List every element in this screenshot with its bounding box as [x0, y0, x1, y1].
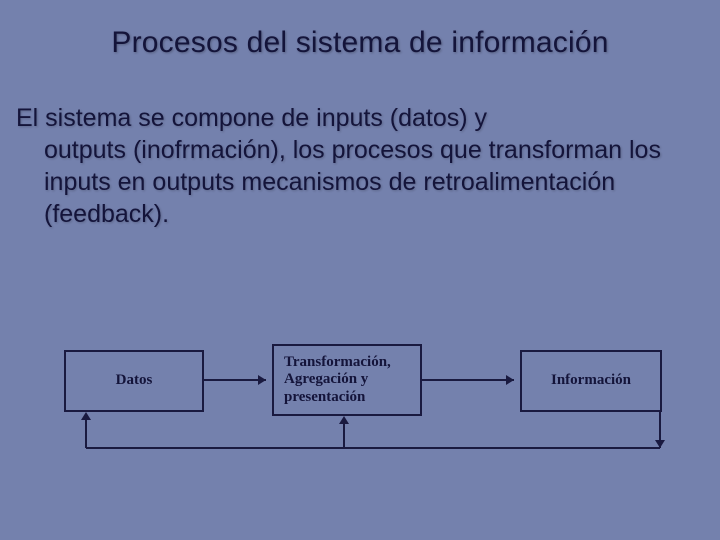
body-line-1: El sistema se compone de inputs (datos) … — [16, 104, 487, 132]
body-rest: outputs (inofrmación), los procesos que … — [16, 134, 702, 230]
diagram-arrows — [0, 330, 720, 510]
slide-body: El sistema se compone de inputs (datos) … — [0, 60, 720, 230]
process-diagram: Datos Transformación, Agregación y prese… — [0, 330, 720, 510]
slide-title: Procesos del sistema de información — [0, 0, 720, 60]
